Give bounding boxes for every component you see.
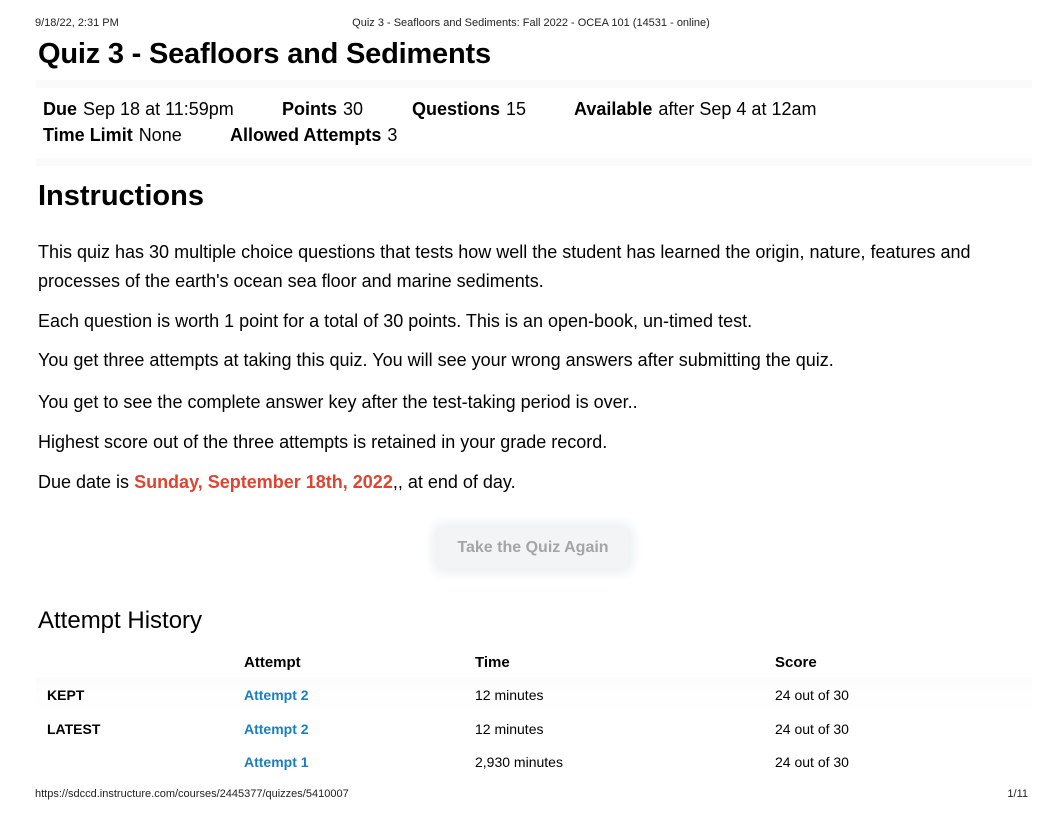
table-row: Attempt 1 2,930 minutes 24 out of 30: [36, 754, 1032, 782]
detail-allowed-attempts: Allowed Attempts 3: [230, 125, 398, 145]
table-row: KEPT Attempt 2 12 minutes 24 out of 30: [36, 677, 1032, 711]
due-date-highlight: Sunday, September 18th, 2022: [134, 472, 393, 492]
column-header-time: Time: [475, 654, 510, 671]
attempt-score: 24 out of 30: [775, 687, 849, 703]
details-row-2: Time Limit None Allowed Attempts 3: [43, 125, 397, 146]
detail-due: Due Sep 18 at 11:59pm: [43, 99, 234, 119]
instructions-heading: Instructions: [38, 180, 204, 212]
instruction-paragraph: You get to see the complete answer key a…: [38, 392, 638, 412]
quiz-details: Due Sep 18 at 11:59pm Points 30 Questions 15 A…: [36, 80, 1032, 166]
print-header: 9/18/22, 2:31 PM Quiz 3 - Seafloors and …: [0, 17, 1062, 31]
print-url: https://sdccd.instructure.com/courses/24…: [35, 788, 349, 800]
attempt-score: 24 out of 30: [775, 754, 849, 770]
take-quiz-again-button[interactable]: Take the Quiz Again: [438, 528, 628, 568]
row-tag: LATEST: [47, 721, 101, 737]
table-row: LATEST Attempt 2 12 minutes 24 out of 30: [36, 721, 1032, 749]
quiz-title: Quiz 3 - Seafloors and Sediments: [38, 38, 491, 70]
instruction-paragraph: Highest score out of the three attempts …: [38, 432, 608, 452]
instruction-paragraph: Each question is worth 1 point for a tot…: [38, 311, 753, 331]
attempt-link[interactable]: Attempt 1: [244, 754, 309, 770]
detail-questions: Questions 15: [412, 99, 527, 119]
attempt-score: 24 out of 30: [775, 721, 849, 737]
print-page-title: Quiz 3 - Seafloors and Sediments: Fall 2…: [352, 17, 710, 29]
column-header-score: Score: [775, 654, 817, 671]
detail-time-limit: Time Limit None: [43, 125, 182, 145]
attempt-link[interactable]: Attempt 2: [244, 721, 309, 737]
detail-available: Available after Sep 4 at 12am: [574, 99, 817, 119]
attempt-time: 12 minutes: [475, 687, 544, 703]
page-number: 1/11: [1007, 788, 1028, 800]
column-header-attempt: Attempt: [244, 654, 301, 671]
detail-points: Points 30: [282, 99, 364, 119]
row-tag: KEPT: [47, 687, 85, 703]
due-date-paragraph: Due date is Sunday, September 18th, 2022…: [38, 472, 516, 492]
details-row-1: Due Sep 18 at 11:59pm Points 30 Questions 15 A…: [43, 99, 816, 120]
attempt-time: 2,930 minutes: [475, 754, 563, 770]
instruction-paragraph: You get three attempts at taking this qu…: [38, 350, 834, 370]
attempt-history-heading: Attempt History: [38, 607, 203, 634]
attempt-time: 12 minutes: [475, 721, 544, 737]
instruction-paragraph: This quiz has 30 multiple choice questio…: [38, 242, 971, 291]
attempt-link[interactable]: Attempt 2: [244, 687, 309, 703]
